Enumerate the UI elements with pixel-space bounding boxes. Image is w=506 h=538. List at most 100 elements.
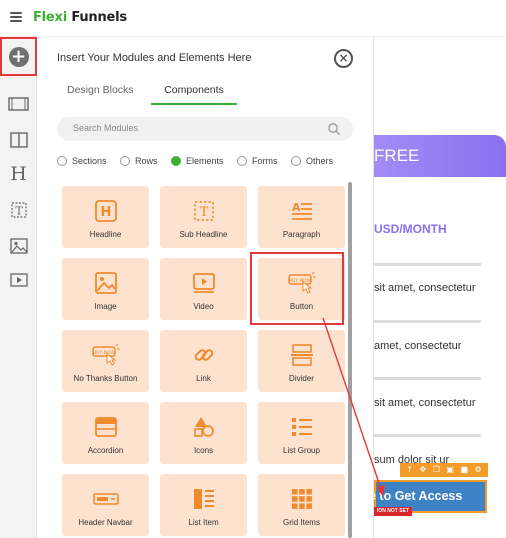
move-icon[interactable]: ✥ xyxy=(419,463,426,477)
svg-text:A: A xyxy=(292,201,301,214)
svg-text:H: H xyxy=(100,205,111,220)
close-icon[interactable]: × xyxy=(334,49,353,68)
component-no-thanks-button[interactable]: BUY NOW No Thanks Button xyxy=(62,330,149,392)
tile-label: Headline xyxy=(89,230,122,239)
tile-label: Icons xyxy=(193,446,214,455)
no-thanks-button-icon: BUY NOW xyxy=(91,343,121,367)
radio-icon xyxy=(120,156,130,166)
plus-circle-icon: + xyxy=(8,46,29,67)
component-header-navbar[interactable]: Header Navbar xyxy=(62,474,149,536)
panel-title: Insert Your Modules and Elements Here xyxy=(57,52,252,64)
panel-scrollbar[interactable] xyxy=(348,182,352,538)
button-icon-text: BUY NOW xyxy=(289,278,311,284)
divider-line xyxy=(374,320,481,323)
filter-label: Forms xyxy=(252,156,278,166)
component-video[interactable]: Video xyxy=(160,258,247,320)
filter-label: Elements xyxy=(186,156,224,166)
paragraph-icon: A xyxy=(290,199,314,223)
cta-label: e to Get Access xyxy=(374,489,463,503)
element-toolbar: ↑ ✥ ❐ ▣ ■ ⚙ xyxy=(400,463,488,477)
accordion-icon xyxy=(94,415,118,439)
svg-text:T: T xyxy=(15,205,23,218)
radio-selected-icon xyxy=(171,156,181,166)
feature-text: sit amet, consectetur xyxy=(374,282,476,294)
tile-label: Video xyxy=(193,302,214,311)
search-modules-input[interactable]: Search Modules xyxy=(57,117,353,141)
list-group-icon xyxy=(290,415,314,439)
radio-icon xyxy=(57,156,67,166)
tile-label: Sub Headline xyxy=(179,230,228,239)
pricing-banner: FREE xyxy=(374,135,506,177)
component-grid-items[interactable]: Grid Items xyxy=(258,474,345,536)
left-toolbar: + H T xyxy=(0,37,37,538)
filter-sections[interactable]: Sections xyxy=(57,156,107,166)
filter-rows[interactable]: Rows xyxy=(120,156,158,166)
component-paragraph[interactable]: A Paragraph xyxy=(258,186,345,248)
divider-icon xyxy=(290,343,314,367)
component-link[interactable]: Link xyxy=(160,330,247,392)
tile-label: List Item xyxy=(188,518,219,527)
filter-label: Others xyxy=(306,156,334,166)
video-icon[interactable] xyxy=(8,270,29,290)
link-icon xyxy=(192,343,216,367)
image-icon xyxy=(94,271,118,295)
tile-label: Paragraph xyxy=(282,230,321,239)
divider-line xyxy=(374,377,481,380)
tile-label: List Group xyxy=(283,446,320,455)
tile-label: Image xyxy=(94,302,117,311)
filter-elements[interactable]: Elements xyxy=(171,156,224,166)
component-image[interactable]: Image xyxy=(62,258,149,320)
page-canvas: FREE USD/MONTH sit amet, consectetur ame… xyxy=(374,37,506,538)
add-element-button[interactable]: + xyxy=(0,37,37,76)
tile-label: Divider xyxy=(289,374,314,383)
radio-icon xyxy=(237,156,247,166)
move-up-icon[interactable]: ↑ xyxy=(406,463,413,477)
tile-label: Button xyxy=(289,302,314,311)
divider-line xyxy=(374,434,481,437)
headline-icon: H xyxy=(94,199,118,223)
hamburger-menu-icon[interactable] xyxy=(10,12,22,22)
active-tab-indicator xyxy=(151,103,237,105)
search-icon[interactable] xyxy=(327,122,341,136)
component-list-item[interactable]: List Item xyxy=(160,474,247,536)
sub-headline-icon: T xyxy=(192,199,216,223)
button-icon: BUY NOW xyxy=(287,271,317,295)
tile-label: Accordion xyxy=(87,446,124,455)
radio-icon xyxy=(291,156,301,166)
no-thanks-icon-text: BUY NOW xyxy=(93,350,115,356)
image-icon[interactable] xyxy=(8,236,29,256)
delete-icon[interactable]: ■ xyxy=(460,463,468,477)
heading-icon[interactable]: H xyxy=(8,163,29,185)
component-icons[interactable]: Icons xyxy=(160,402,247,464)
feature-text: amet, consectetur xyxy=(374,340,462,352)
duplicate-icon[interactable]: ❐ xyxy=(433,463,440,477)
tile-label: Header Navbar xyxy=(78,518,133,527)
price-period: USD/MONTH xyxy=(374,222,447,236)
filter-label: Sections xyxy=(72,156,107,166)
action-warning-badge: ION NOT SET xyxy=(374,507,412,516)
component-list-group[interactable]: List Group xyxy=(258,402,345,464)
feature-text: sit amet, consectetur xyxy=(374,397,476,409)
tab-design-blocks[interactable]: Design Blocks xyxy=(67,84,134,96)
component-accordion[interactable]: Accordion xyxy=(62,402,149,464)
text-icon[interactable]: T xyxy=(8,200,29,220)
filter-others[interactable]: Others xyxy=(291,156,333,166)
components-grid: H Headline T Sub Headline A Paragraph Im… xyxy=(37,182,374,538)
filter-forms[interactable]: Forms xyxy=(237,156,278,166)
tile-label: Grid Items xyxy=(283,518,320,527)
tile-label: No Thanks Button xyxy=(73,374,138,383)
section-icon[interactable] xyxy=(8,94,29,114)
tile-label: Link xyxy=(196,374,211,383)
search-placeholder: Search Modules xyxy=(73,123,139,133)
component-divider[interactable]: Divider xyxy=(258,330,345,392)
list-item-icon xyxy=(192,487,216,511)
copy-icon[interactable]: ▣ xyxy=(446,463,454,477)
tab-components[interactable]: Components xyxy=(151,84,237,96)
video-icon xyxy=(192,271,216,295)
grid-items-icon xyxy=(290,487,314,511)
component-sub-headline[interactable]: T Sub Headline xyxy=(160,186,247,248)
component-button[interactable]: BUY NOW Button xyxy=(258,258,345,320)
columns-icon[interactable] xyxy=(8,130,29,150)
settings-icon[interactable]: ⚙ xyxy=(475,463,482,477)
component-headline[interactable]: H Headline xyxy=(62,186,149,248)
